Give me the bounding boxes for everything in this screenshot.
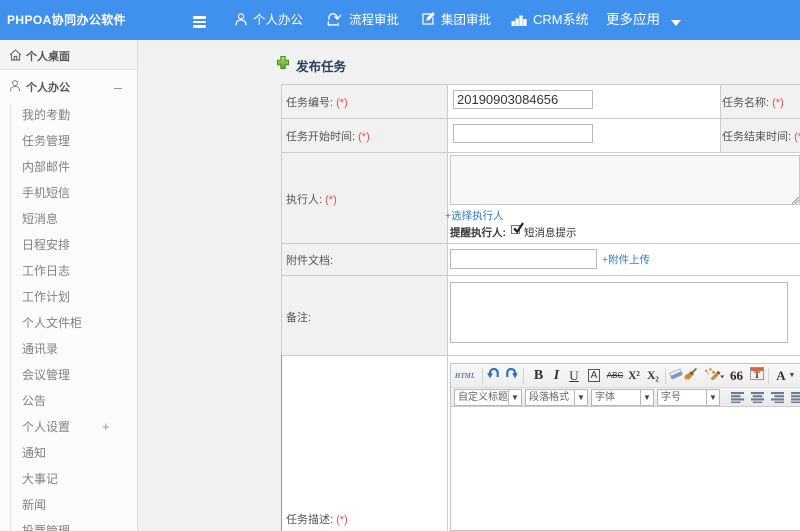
svg-text:T: T <box>753 370 759 380</box>
